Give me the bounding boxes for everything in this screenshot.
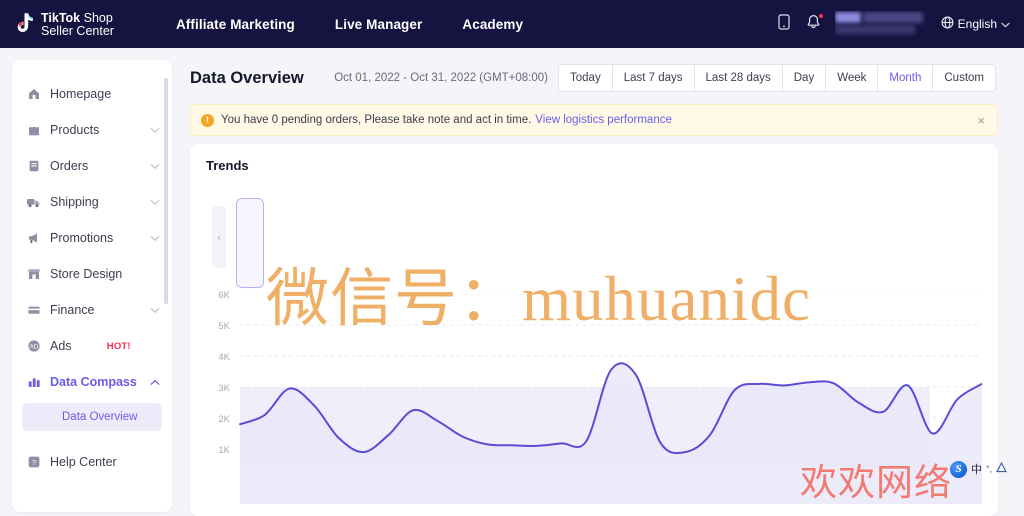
carousel-prev-button[interactable]: ‹ (212, 206, 226, 268)
chevron-down-icon (150, 231, 160, 245)
ime-mode-indicator[interactable]: 中 (971, 461, 982, 477)
nav-link-academy[interactable]: Academy (462, 17, 523, 32)
ime-settings-icon[interactable] (996, 460, 1008, 478)
chevron-down-icon (150, 303, 160, 317)
sidebar-item-ads[interactable]: AD Ads HOT! (12, 328, 172, 364)
sidebar-label-data-compass: Data Compass (50, 375, 137, 389)
range-button-custom[interactable]: Custom (932, 64, 996, 92)
sidebar-item-shipping[interactable]: Shipping (12, 184, 172, 220)
receipt-icon (26, 159, 41, 174)
date-range-label: Oct 01, 2022 - Oct 31, 2022 (GMT+08:00) (334, 72, 549, 84)
main-content: Data Overview Oct 01, 2022 - Oct 31, 202… (184, 48, 1024, 516)
sidebar-label-store-design: Store Design (50, 267, 123, 281)
sidebar-sublabel-data-overview: Data Overview (62, 411, 138, 423)
page-header: Data Overview Oct 01, 2022 - Oct 31, 202… (188, 58, 996, 98)
chevron-down-icon (150, 123, 160, 137)
trends-chart: 6K 5K 4K 3K 2K 1K (206, 290, 982, 504)
chart-plot-svg (239, 294, 982, 504)
range-button-today[interactable]: Today (558, 64, 612, 92)
megaphone-icon (26, 231, 41, 246)
metric-card-carousel: ‹ (206, 192, 982, 288)
banner-text: You have 0 pending orders, Please take n… (221, 114, 532, 126)
app-body: Homepage Products Orders Shipping Promot… (0, 48, 1024, 516)
card-icon (26, 303, 41, 318)
sidebar-scrollbar-track[interactable] (164, 68, 170, 504)
banner-close-icon[interactable]: × (975, 112, 987, 129)
top-navigation-bar: TikTok Shop Seller Center Affiliate Mark… (0, 0, 1024, 48)
brand-logo[interactable]: TikTok Shop Seller Center (14, 11, 114, 37)
banner-link-logistics-performance[interactable]: View logistics performance (535, 114, 672, 126)
main-nav-links: Affiliate Marketing Live Manager Academy (176, 17, 523, 32)
card-title-trends: Trends (206, 158, 249, 173)
help-icon: ? (26, 455, 41, 470)
avatar (834, 12, 861, 23)
pending-orders-banner: ! You have 0 pending orders, Please take… (190, 104, 998, 136)
account-name-redacted (862, 12, 923, 23)
globe-icon (941, 16, 954, 32)
sidebar: Homepage Products Orders Shipping Promot… (12, 60, 172, 512)
sidebar-item-promotions[interactable]: Promotions (12, 220, 172, 256)
range-button-day[interactable]: Day (781, 64, 826, 92)
truck-icon (26, 195, 41, 210)
chevron-up-icon (150, 375, 160, 389)
sidebar-item-products[interactable]: Products (12, 112, 172, 148)
home-icon (26, 87, 41, 102)
range-button-last-7-days[interactable]: Last 7 days (611, 64, 694, 92)
sidebar-item-homepage[interactable]: Homepage (12, 76, 172, 112)
sidebar-label-help-center: Help Center (50, 455, 117, 469)
range-button-last-28-days[interactable]: Last 28 days (693, 64, 782, 92)
sogou-ime-toolbar[interactable]: S 中 °, (950, 458, 1008, 480)
sidebar-label-ads: Ads (50, 339, 72, 353)
sidebar-item-finance[interactable]: Finance (12, 292, 172, 328)
svg-text:AD: AD (29, 344, 38, 351)
chevron-down-icon (150, 159, 160, 173)
ime-logo-icon: S (950, 460, 967, 478)
sidebar-label-homepage: Homepage (50, 87, 112, 101)
sidebar-label-orders: Orders (50, 159, 89, 173)
sidebar-label-shipping: Shipping (50, 195, 99, 209)
nav-link-affiliate-marketing[interactable]: Affiliate Marketing (176, 17, 295, 32)
mobile-app-button[interactable] (769, 0, 799, 48)
sidebar-item-help-center[interactable]: ? Help Center (12, 444, 172, 480)
account-subtext-redacted (834, 25, 915, 34)
bag-icon (26, 123, 41, 138)
logo-brand-text: TikTok (41, 11, 81, 25)
language-selector[interactable]: English (935, 16, 1016, 32)
account-menu-button[interactable] (834, 11, 927, 37)
logo-shop-text: Shop (80, 11, 113, 25)
sidebar-label-finance: Finance (50, 303, 95, 317)
metric-card-selected[interactable] (236, 198, 264, 288)
ads-hot-badge: HOT! (106, 340, 131, 352)
ime-misc-icon[interactable]: °, (986, 464, 992, 474)
tiktok-note-icon (14, 12, 36, 36)
warning-circle-icon: ! (201, 113, 214, 127)
notifications-button[interactable] (799, 0, 829, 48)
sidebar-item-orders[interactable]: Orders (12, 148, 172, 184)
nav-link-live-manager[interactable]: Live Manager (335, 17, 422, 32)
ads-icon: AD (26, 339, 41, 354)
sidebar-label-promotions: Promotions (50, 231, 114, 245)
logo-subtitle: Seller Center (41, 23, 114, 38)
range-button-month[interactable]: Month (877, 64, 933, 92)
sidebar-subitem-data-overview[interactable]: Data Overview (22, 403, 162, 431)
bar-chart-icon (26, 375, 41, 390)
page-title: Data Overview (190, 68, 304, 87)
sidebar-label-products: Products (50, 123, 100, 137)
range-button-week[interactable]: Week (825, 64, 878, 92)
trends-card: Trends ‹ 6K 5K 4K 3K 2K 1K (190, 144, 998, 516)
chevron-down-icon (150, 195, 160, 209)
sidebar-item-store-design[interactable]: Store Design (12, 256, 172, 292)
chevron-down-icon (1001, 17, 1010, 31)
language-label: English (957, 17, 997, 31)
date-range-button-group: Today Last 7 days Last 28 days Day Week … (558, 64, 996, 92)
top-nav-right-cluster: English (769, 0, 1016, 48)
notification-badge-dot (817, 13, 824, 19)
svg-text:?: ? (31, 458, 35, 467)
sidebar-scrollbar-thumb[interactable] (164, 78, 168, 304)
sidebar-item-data-compass[interactable]: Data Compass (12, 364, 172, 400)
mobile-phone-icon (778, 13, 790, 35)
storefront-icon (26, 267, 41, 282)
